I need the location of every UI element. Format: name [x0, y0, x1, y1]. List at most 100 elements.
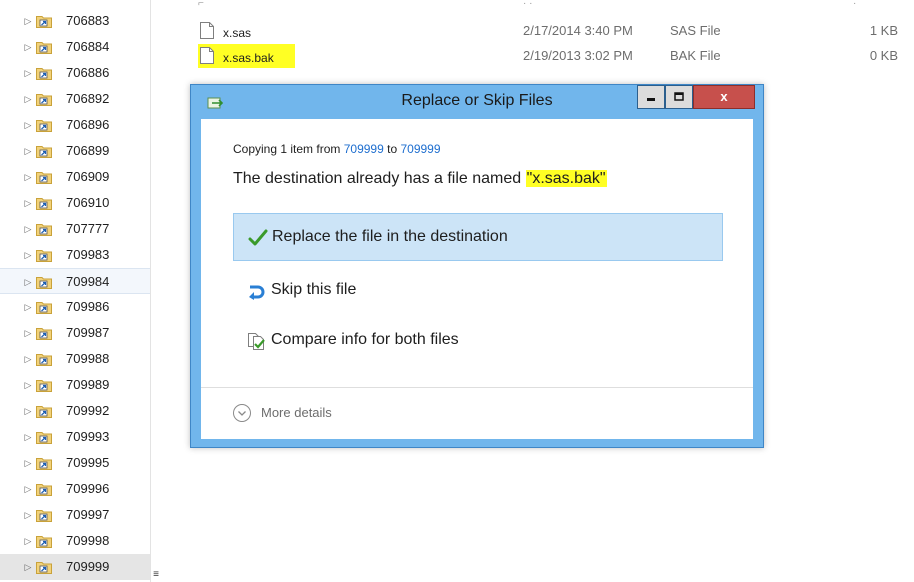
chevron-right-icon[interactable]: ▷: [24, 528, 32, 554]
tree-item-707777[interactable]: ▷ 707777: [0, 216, 150, 242]
chevron-right-icon[interactable]: ▷: [24, 112, 32, 138]
tree-item-709992[interactable]: ▷ 709992: [0, 398, 150, 424]
compare-option[interactable]: Compare info for both files: [233, 317, 723, 365]
tree-item-709986[interactable]: ▷ 709986: [0, 294, 150, 320]
chevron-right-icon[interactable]: ▷: [24, 476, 32, 502]
tree-item-label: 709983: [66, 247, 110, 262]
chevron-right-icon[interactable]: ▷: [24, 8, 32, 34]
tree-item-706884[interactable]: ▷ 706884: [0, 34, 150, 60]
file-type: SAS File: [670, 23, 721, 38]
maximize-button[interactable]: [665, 85, 693, 109]
chevron-down-icon: [238, 411, 246, 416]
tree-item-709998[interactable]: ▷ 709998: [0, 528, 150, 554]
tree-item-709995[interactable]: ▷ 709995: [0, 450, 150, 476]
tree-item-label: 706886: [66, 65, 110, 80]
tree-item-709999[interactable]: ▷ 709999: [0, 554, 150, 580]
folder-shortcut-icon: [36, 94, 52, 106]
file-date: 2/19/2013 3:02 PM: [523, 48, 633, 63]
tree-item-709984[interactable]: ▷ 709984: [0, 268, 150, 294]
tree-item-706909[interactable]: ▷ 706909: [0, 164, 150, 190]
tree-item-label: 706883: [66, 13, 110, 28]
folder-shortcut-icon: [36, 484, 52, 496]
folder-shortcut-icon: [36, 250, 52, 262]
divider: [201, 387, 753, 388]
folder-shortcut-icon: [36, 198, 52, 210]
tree-item-706899[interactable]: ▷ 706899: [0, 138, 150, 164]
copy-status-line: Copying 1 item from 709999 to 709999: [233, 142, 441, 156]
tree-item-706886[interactable]: ▷ 706886: [0, 60, 150, 86]
tree-item-709987[interactable]: ▷ 709987: [0, 320, 150, 346]
chevron-right-icon[interactable]: ▷: [24, 294, 32, 320]
folder-shortcut-icon: [36, 562, 52, 574]
tree-item-label: 709999: [66, 559, 110, 574]
tree-item-706896[interactable]: ▷ 706896: [0, 112, 150, 138]
folder-shortcut-icon: [36, 458, 52, 470]
chevron-right-icon[interactable]: ▷: [24, 86, 32, 112]
chevron-right-icon[interactable]: ▷: [24, 320, 32, 346]
chevron-right-icon[interactable]: ▷: [24, 346, 32, 372]
folder-shortcut-icon: [36, 302, 52, 314]
tree-item-709996[interactable]: ▷ 709996: [0, 476, 150, 502]
chevron-right-icon[interactable]: ▷: [24, 216, 32, 242]
minimize-button[interactable]: [637, 85, 665, 109]
tree-item-706883[interactable]: ▷ 706883: [0, 8, 150, 34]
tree-item-label: 706909: [66, 169, 110, 184]
tree-item-label: 706892: [66, 91, 110, 106]
close-button[interactable]: x: [693, 85, 755, 109]
chevron-right-icon[interactable]: ▷: [24, 502, 32, 528]
chevron-right-icon[interactable]: ▷: [24, 424, 32, 450]
tree-item-label: 709996: [66, 481, 110, 496]
tree-item-label: 709988: [66, 351, 110, 366]
tree-item-label: 709993: [66, 429, 110, 444]
dialog-body: Copying 1 item from 709999 to 709999 The…: [201, 119, 753, 439]
chevron-right-icon[interactable]: ▷: [24, 554, 32, 580]
tree-item-709988[interactable]: ▷ 709988: [0, 346, 150, 372]
checkmark-icon: [248, 229, 268, 246]
source-folder-link[interactable]: 709999: [344, 142, 384, 156]
file-row-highlighted[interactable]: x.sas.bak 2/19/2013 3:02 PM BAK File 0 K…: [198, 44, 898, 68]
tree-item-709983[interactable]: ▷ 709983: [0, 242, 150, 268]
folder-shortcut-icon: [36, 406, 52, 418]
minimize-icon: [647, 98, 655, 101]
skip-option[interactable]: Skip this file: [233, 267, 723, 315]
chevron-right-icon[interactable]: ▷: [24, 34, 32, 60]
chevron-right-icon[interactable]: ▷: [24, 138, 32, 164]
chevron-down-circle-icon[interactable]: [233, 404, 251, 422]
conflict-prefix: The destination already has a file named: [233, 170, 522, 187]
tree-item-706910[interactable]: ▷ 706910: [0, 190, 150, 216]
folder-shortcut-icon: [36, 120, 52, 132]
tree-item-706892[interactable]: ▷ 706892: [0, 86, 150, 112]
file-size: 0 KB: [869, 48, 898, 63]
file-icon: [200, 47, 214, 64]
replace-option[interactable]: Replace the file in the destination: [233, 213, 723, 261]
folder-shortcut-icon: [36, 224, 52, 236]
folder-shortcut-icon: [36, 328, 52, 340]
dialog-titlebar[interactable]: Replace or Skip Files x: [191, 85, 763, 119]
compare-option-label: Compare info for both files: [271, 331, 459, 348]
tree-item-label: 709984: [66, 274, 110, 289]
tree-item-label: 706899: [66, 143, 110, 158]
chevron-right-icon[interactable]: ▷: [24, 242, 32, 268]
compare-files-icon: [248, 333, 265, 350]
tree-item-709993[interactable]: ▷ 709993: [0, 424, 150, 450]
tree-item-709989[interactable]: ▷ 709989: [0, 372, 150, 398]
tree-item-label: 706896: [66, 117, 110, 132]
tree-item-label: 709997: [66, 507, 110, 522]
chevron-right-icon[interactable]: ▷: [24, 164, 32, 190]
more-details-link[interactable]: More details: [261, 405, 332, 420]
file-icon: [200, 22, 214, 39]
tree-item-label: 706910: [66, 195, 110, 210]
chevron-right-icon[interactable]: ▷: [24, 60, 32, 86]
destination-folder-link[interactable]: 709999: [400, 142, 440, 156]
chevron-right-icon[interactable]: ▷: [24, 190, 32, 216]
file-row[interactable]: x.sas 2/17/2014 3:40 PM SAS File 1 KB: [198, 20, 898, 42]
folder-shortcut-icon: [36, 432, 52, 444]
tree-item-709997[interactable]: ▷ 709997: [0, 502, 150, 528]
chevron-right-icon[interactable]: ▷: [24, 372, 32, 398]
chevron-right-icon[interactable]: ▷: [24, 269, 32, 295]
pane-resize-grip[interactable]: ≡: [150, 568, 162, 582]
tree-item-label: 707777: [66, 221, 110, 236]
chevron-right-icon[interactable]: ▷: [24, 450, 32, 476]
file-type: BAK File: [670, 48, 721, 63]
chevron-right-icon[interactable]: ▷: [24, 398, 32, 424]
